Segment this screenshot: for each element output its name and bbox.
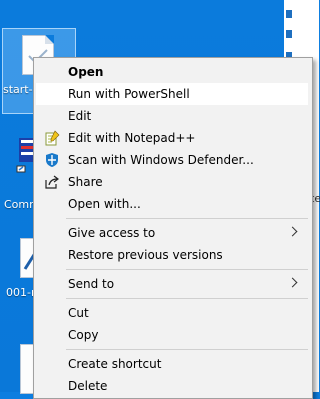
menu-separator — [66, 298, 308, 299]
menu-item-cut[interactable]: Cut — [36, 302, 308, 324]
windows-defender-icon — [46, 153, 58, 167]
menu-separator — [66, 349, 308, 350]
menu-item-create-shortcut[interactable]: Create shortcut — [36, 353, 308, 375]
menu-item-share[interactable]: Share — [36, 171, 308, 193]
menu-item-restore-previous-versions[interactable]: Restore previous versions — [36, 244, 308, 266]
menu-item-give-access-to[interactable]: Give access to — [36, 222, 308, 244]
menu-item-scan-windows-defender[interactable]: Scan with Windows Defender... — [36, 149, 308, 171]
menu-item-edit-with-notepadpp[interactable]: Edit with Notepad++ — [36, 127, 308, 149]
menu-item-delete[interactable]: Delete — [36, 375, 308, 397]
menu-item-open[interactable]: Open — [36, 61, 308, 83]
menu-item-run-with-powershell[interactable]: Run with PowerShell — [36, 83, 308, 105]
desktop-icon-label: 001-r — [6, 286, 36, 299]
desktop-icon-label: start-r — [3, 83, 38, 96]
chevron-right-icon — [287, 277, 298, 288]
menu-separator — [66, 218, 308, 219]
share-icon — [45, 175, 59, 189]
menu-item-send-to[interactable]: Send to — [36, 273, 308, 295]
chevron-right-icon — [287, 226, 298, 237]
notepadpp-icon — [45, 130, 60, 146]
menu-item-open-with[interactable]: Open with... — [36, 193, 308, 215]
context-menu: Open Run with PowerShell Edit Edit with … — [33, 57, 313, 399]
menu-item-copy[interactable]: Copy — [36, 324, 308, 346]
menu-item-edit[interactable]: Edit — [36, 105, 308, 127]
menu-separator — [66, 269, 308, 270]
